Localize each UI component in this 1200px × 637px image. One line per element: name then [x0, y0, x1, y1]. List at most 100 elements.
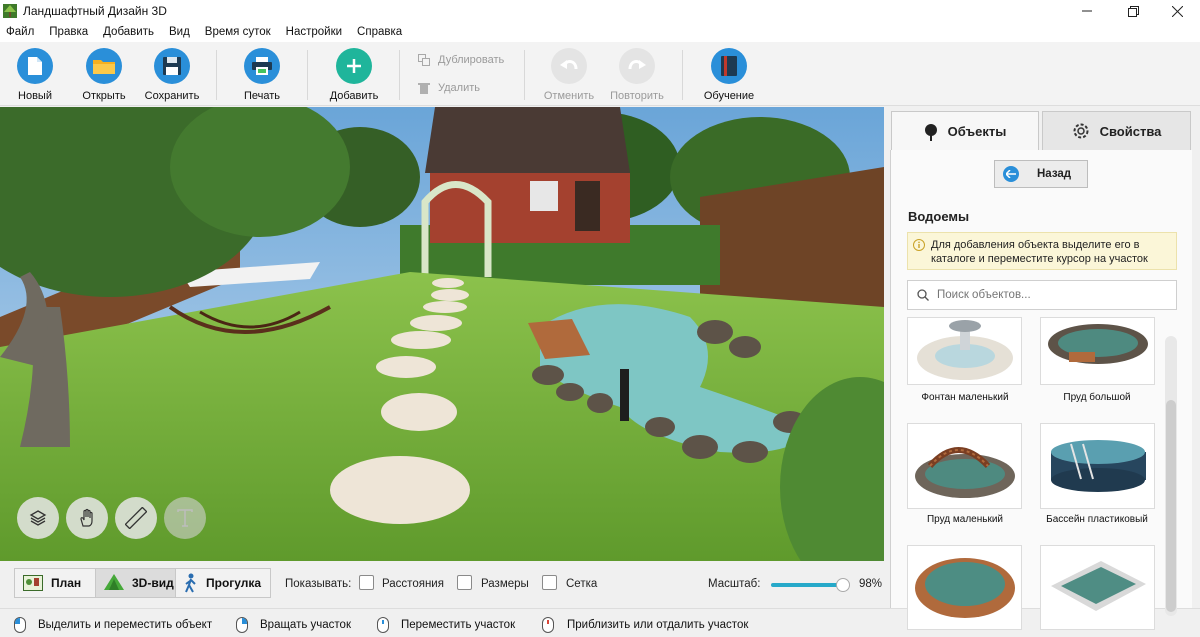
toolbar: Новый Открыть Сохранить Печать Добавить … [0, 42, 1200, 106]
back-button[interactable]: Назад [994, 160, 1088, 188]
info-icon [913, 239, 925, 251]
walking-person-icon [185, 573, 196, 593]
print-button[interactable]: Печать [229, 48, 295, 102]
hint-select: Выделить и переместить объект [14, 617, 212, 633]
catalog-item-label: Пруд большой [1063, 392, 1131, 403]
close-icon [1171, 5, 1183, 17]
hint-zoom-label: Приблизить или отдалить участок [567, 619, 749, 631]
info-text: Для добавления объекта выделите его в ка… [931, 239, 1148, 265]
tutorial-label: Обучение [703, 90, 755, 102]
new-file-icon [17, 48, 53, 84]
distances-checkbox[interactable] [359, 575, 374, 590]
print-label: Печать [243, 90, 281, 102]
plan-view-button[interactable]: План [14, 568, 96, 598]
catalog-item-label: Пруд маленький [926, 514, 1004, 525]
redo-label: Повторить [610, 90, 664, 102]
open-button[interactable]: Открыть [71, 48, 137, 102]
save-label: Сохранить [144, 90, 200, 102]
menu-bar: Файл Правка Добавить Вид Время суток Нас… [0, 22, 1200, 42]
menu-settings[interactable]: Настройки [286, 26, 342, 38]
undo-button[interactable]: Отменить [536, 48, 602, 102]
tutorial-button[interactable]: Обучение [696, 48, 762, 102]
hint-move: Переместить участок [377, 617, 515, 633]
catalog-item-plastic-pool[interactable] [1040, 423, 1155, 509]
trash-icon [418, 83, 430, 94]
hand-icon [80, 508, 93, 527]
plus-icon [336, 48, 372, 84]
add-button[interactable]: Добавить [321, 48, 387, 102]
walk-view-button[interactable]: Прогулка [175, 568, 271, 598]
ruler-icon [125, 507, 147, 529]
ruler-tool-button[interactable] [115, 497, 157, 539]
toolbar-separator [399, 50, 400, 100]
layers-tool-button[interactable] [17, 497, 59, 539]
folder-icon [86, 48, 122, 84]
hint-zoom: Приблизить или отдалить участок [541, 617, 748, 633]
catalog-item-square-pool[interactable] [1040, 545, 1155, 630]
menu-help[interactable]: Справка [357, 26, 402, 38]
tree-icon [924, 123, 937, 141]
toolbar-separator [216, 50, 217, 100]
toolbar-separator [524, 50, 525, 100]
back-label: Назад [1037, 168, 1072, 180]
show-label: Показывать: [285, 578, 352, 590]
save-button[interactable]: Сохранить [139, 48, 205, 102]
3d-tree-icon [104, 574, 124, 590]
catalog-item-wooden-pool[interactable] [907, 545, 1022, 630]
restore-icon [1127, 5, 1139, 17]
window-title: Ландшафтный Дизайн 3D [23, 4, 167, 18]
grid-checkbox[interactable] [542, 575, 557, 590]
menu-time-of-day[interactable]: Время суток [205, 26, 271, 38]
plan-view-label: План [51, 576, 82, 590]
duplicate-button[interactable]: Дублировать [418, 54, 504, 66]
garden-3d-viewport[interactable] [0, 107, 884, 561]
menu-file[interactable]: Файл [6, 26, 34, 38]
menu-edit[interactable]: Правка [49, 26, 88, 38]
close-button[interactable] [1154, 0, 1200, 22]
tab-objects[interactable]: Объекты [891, 111, 1039, 151]
catalog-item-label: Фонтан маленький [921, 392, 1009, 403]
redo-icon [619, 48, 655, 84]
zoom-slider-track[interactable] [771, 583, 843, 587]
duplicate-icon [418, 54, 430, 66]
book-icon [711, 48, 747, 84]
tab-properties[interactable]: Свойства [1042, 111, 1191, 151]
hint-select-label: Выделить и переместить объект [38, 619, 213, 631]
large-pond-thumbnail [1048, 324, 1148, 364]
zoom-slider-thumb[interactable] [836, 578, 850, 592]
menu-view[interactable]: Вид [169, 26, 190, 38]
add-label: Добавить [329, 90, 379, 102]
plan-map-icon [23, 575, 43, 591]
delete-label: Удалить [438, 82, 480, 94]
minimize-button[interactable] [1064, 0, 1110, 22]
catalog-item-small-fountain[interactable] [907, 317, 1022, 385]
info-notice: Для добавления объекта выделите его в ка… [907, 232, 1177, 270]
search-input[interactable] [937, 289, 1157, 301]
3d-view-button[interactable]: 3D-вид [95, 568, 176, 598]
duplicate-label: Дублировать [438, 54, 505, 66]
text-icon [177, 509, 193, 527]
catalog-item-large-pond[interactable] [1040, 317, 1155, 385]
catalog-item-label: Бассейн пластиковый [1046, 514, 1148, 525]
delete-button[interactable]: Удалить [418, 82, 480, 94]
maximize-button[interactable] [1110, 0, 1156, 22]
walk-view-label: Прогулка [206, 576, 262, 590]
redo-button[interactable]: Повторить [604, 48, 670, 102]
search-box[interactable] [907, 280, 1177, 310]
text-tool-button[interactable] [164, 497, 206, 539]
gear-icon [1073, 123, 1089, 139]
square-pool-thumbnail [1051, 561, 1146, 611]
open-label: Открыть [82, 90, 126, 102]
sizes-checkbox[interactable] [457, 575, 472, 590]
catalog-scrollbar-thumb[interactable] [1166, 400, 1176, 612]
app-logo-icon [3, 4, 17, 18]
tab-properties-label: Свойства [1099, 123, 1162, 139]
new-button[interactable]: Новый [2, 48, 68, 102]
hand-pan-tool-button[interactable] [66, 497, 108, 539]
layers-icon [29, 510, 47, 526]
menu-add[interactable]: Добавить [103, 26, 154, 38]
undo-icon [551, 48, 587, 84]
catalog-item-small-pond[interactable] [907, 423, 1022, 509]
title-bar: Ландшафтный Дизайн 3D [0, 0, 1200, 22]
floppy-disk-icon [154, 48, 190, 84]
